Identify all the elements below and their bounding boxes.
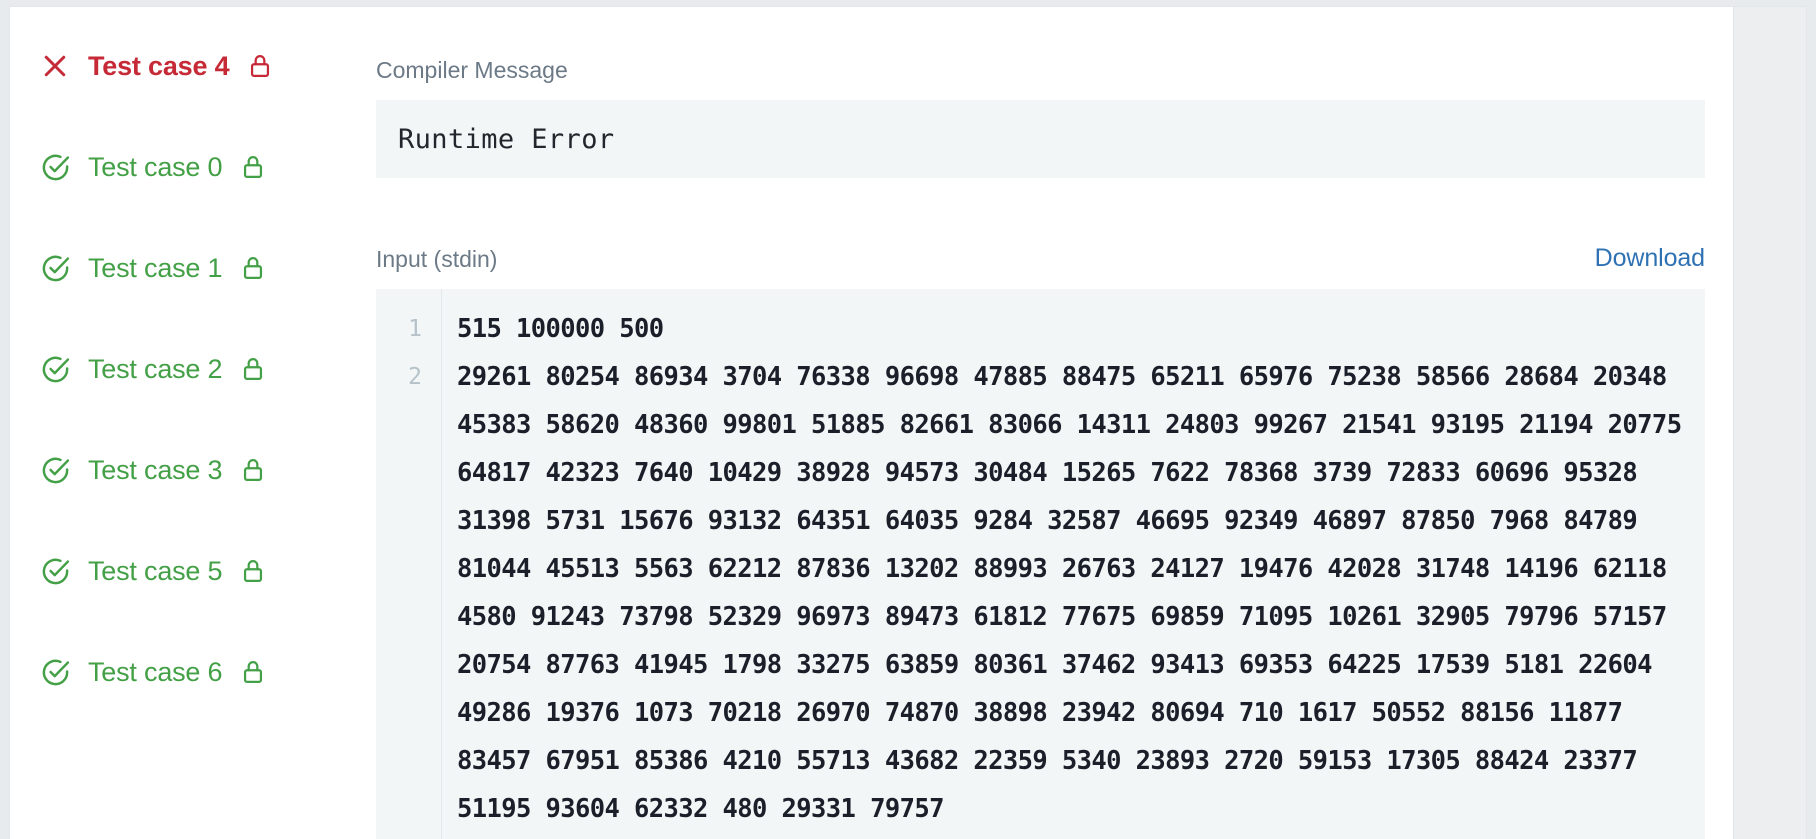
- lock-icon: [240, 354, 266, 384]
- sidebar-item-test-case-2[interactable]: Test case 2: [10, 340, 360, 398]
- check-circle-icon: [38, 352, 72, 386]
- check-circle-icon: [38, 655, 72, 689]
- line-number: 2: [408, 364, 422, 390]
- lock-icon: [240, 455, 266, 485]
- compiler-message-text: Runtime Error: [398, 123, 615, 155]
- code-line: 2 29261 80254 86934 3704 76338 96698 478…: [376, 353, 1705, 833]
- lock-icon: [240, 253, 266, 283]
- check-circle-icon: [38, 453, 72, 487]
- line-number: 1: [408, 316, 422, 342]
- compiler-message-label: Compiler Message: [376, 57, 568, 83]
- lock-icon: [240, 657, 266, 687]
- code-rows: 1 515 100000 500 2 29261 80254 86934 370…: [376, 305, 1705, 833]
- check-circle-icon: [38, 251, 72, 285]
- download-link[interactable]: Download: [1595, 244, 1705, 273]
- line-content: 29261 80254 86934 3704 76338 96698 47885…: [457, 362, 1697, 824]
- line-number-divider: [441, 289, 442, 839]
- sidebar-item-test-case-6[interactable]: Test case 6: [10, 643, 360, 701]
- sidebar-item-test-case-0[interactable]: Test case 0: [10, 138, 360, 196]
- input-label: Input (stdin): [376, 246, 498, 272]
- lock-icon: [240, 556, 266, 586]
- sidebar-item-test-case-3[interactable]: Test case 3: [10, 441, 360, 499]
- sidebar-item-label: Test case 6: [88, 656, 223, 687]
- right-gutter: [1733, 7, 1806, 839]
- sidebar-item-label: Test case 0: [88, 151, 223, 182]
- input-header: Input (stdin) Download: [376, 244, 1705, 273]
- sidebar-item-label: Test case 3: [88, 454, 223, 485]
- test-case-list: Test case 4 Test case 0 Test case 1 Test…: [10, 7, 360, 839]
- sidebar-item-label: Test case 2: [88, 353, 223, 384]
- lock-icon: [240, 152, 266, 182]
- result-details: Compiler Message Runtime Error Input (st…: [360, 7, 1733, 839]
- test-results-page: Test case 4 Test case 0 Test case 1 Test…: [0, 0, 1816, 839]
- lock-icon: [247, 51, 273, 81]
- sidebar-item-test-case-4[interactable]: Test case 4: [10, 37, 360, 95]
- sidebar-item-label: Test case 1: [88, 252, 223, 283]
- check-circle-icon: [38, 554, 72, 588]
- sidebar-item-label: Test case 4: [88, 50, 230, 81]
- line-content: 515 100000 500: [457, 314, 664, 344]
- code-line: 1 515 100000 500: [376, 305, 1705, 353]
- x-icon: [38, 49, 72, 83]
- sidebar-item-test-case-5[interactable]: Test case 5: [10, 542, 360, 600]
- compiler-message-box: Runtime Error: [376, 100, 1705, 178]
- input-code-block[interactable]: 1 515 100000 500 2 29261 80254 86934 370…: [376, 289, 1705, 839]
- sidebar-item-label: Test case 5: [88, 555, 223, 586]
- sidebar-item-test-case-1[interactable]: Test case 1: [10, 239, 360, 297]
- results-panel: Test case 4 Test case 0 Test case 1 Test…: [10, 7, 1733, 839]
- content-frame: Test case 4 Test case 0 Test case 1 Test…: [10, 7, 1806, 839]
- check-circle-icon: [38, 150, 72, 184]
